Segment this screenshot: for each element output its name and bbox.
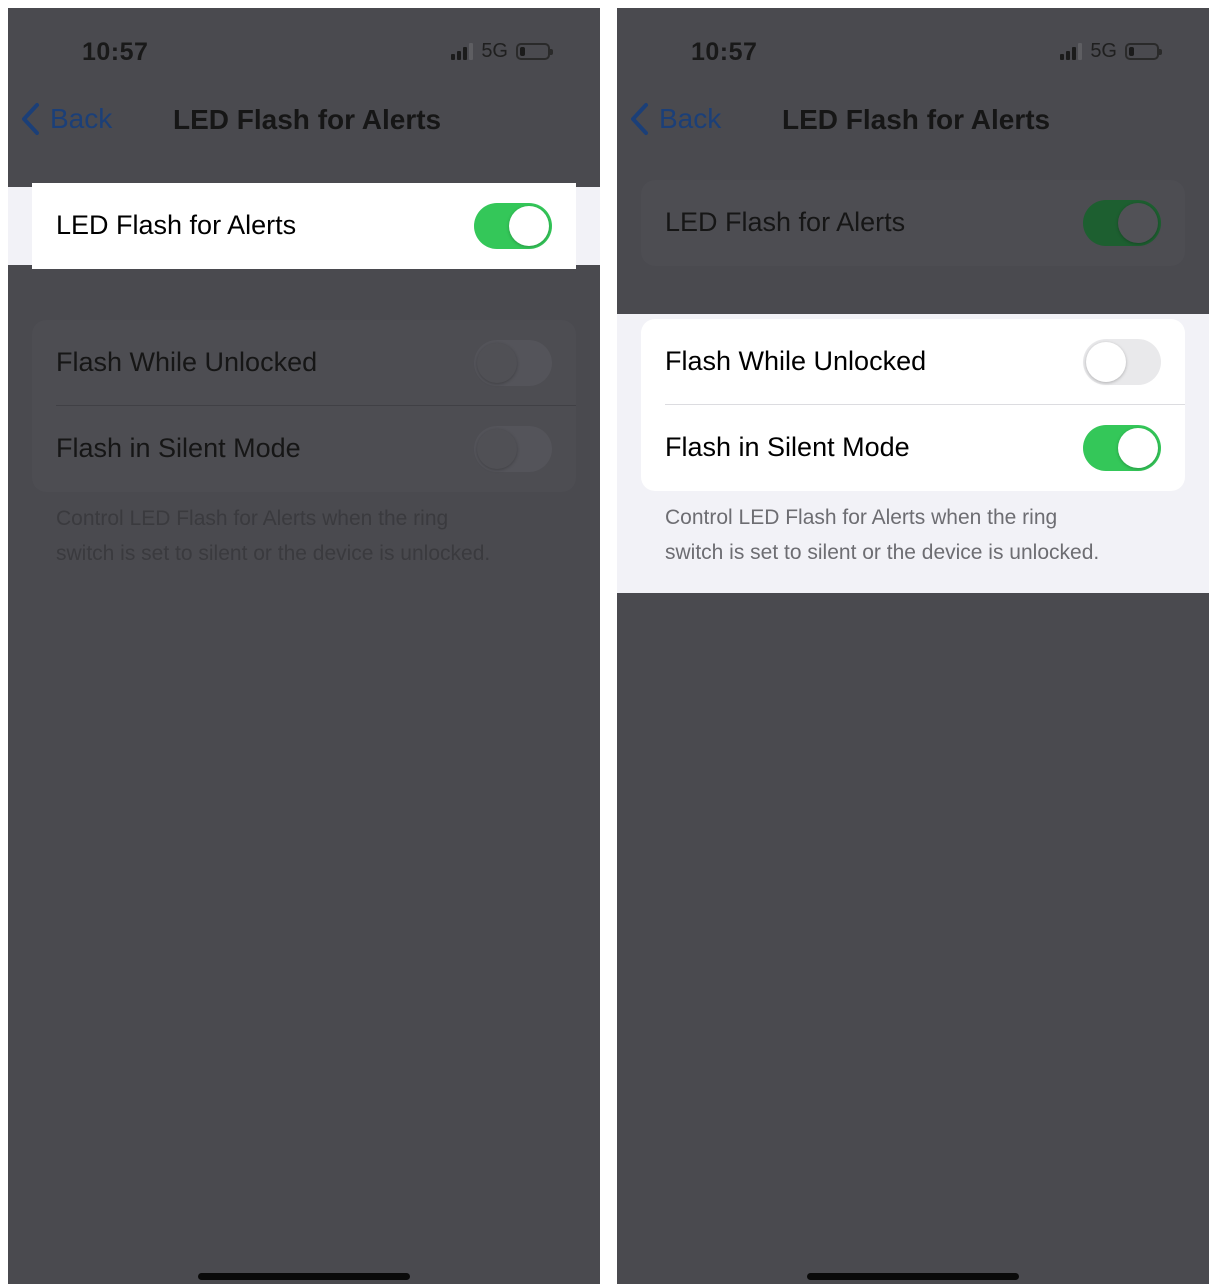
footer-line: switch is set to silent or the device is… — [56, 542, 491, 565]
home-indicator[interactable] — [807, 1273, 1019, 1280]
row-label: LED Flash for Alerts — [665, 207, 906, 237]
led-flash-toggle[interactable] — [474, 203, 552, 249]
signal-icon — [1060, 42, 1083, 60]
toggle-knob — [1118, 203, 1158, 243]
page-title: LED Flash for Alerts — [782, 104, 1051, 135]
main-toggle-row[interactable]: LED Flash for Alerts — [641, 180, 1185, 266]
option-row-flash-while-unlocked[interactable]: Flash While Unlocked — [641, 319, 1185, 405]
footer-line: Control LED Flash for Alerts when the ri… — [56, 507, 449, 530]
flash-while-unlocked-toggle[interactable] — [474, 340, 552, 386]
footer-note: Control LED Flash for Alerts when the ri… — [665, 500, 1099, 570]
chevron-left-icon — [22, 103, 39, 135]
back-button[interactable]: Back — [20, 102, 112, 136]
status-time: 10:57 — [691, 38, 758, 66]
back-label: Back — [50, 103, 113, 134]
signal-icon — [451, 42, 474, 60]
network-label: 5G — [481, 39, 508, 62]
flash-while-unlocked-toggle[interactable] — [1083, 339, 1161, 385]
network-label: 5G — [1090, 39, 1117, 62]
row-label: Flash While Unlocked — [665, 346, 927, 376]
battery-level — [1129, 46, 1135, 56]
row-label: Flash While Unlocked — [56, 347, 318, 377]
chevron-left-icon — [631, 103, 648, 135]
toggle-knob — [1118, 428, 1158, 468]
battery-icon — [516, 42, 553, 60]
toggle-knob — [1086, 342, 1126, 382]
back-label: Back — [659, 103, 722, 134]
row-label: Flash in Silent Mode — [56, 433, 301, 463]
status-bar-icons: 5G — [1060, 39, 1162, 63]
row-label: Flash in Silent Mode — [665, 432, 910, 462]
main-toggle-card: LED Flash for Alerts — [641, 180, 1185, 266]
toggle-knob — [477, 343, 517, 383]
options-card: Flash While Unlocked Flash in Silent Mod… — [641, 319, 1185, 491]
flash-in-silent-mode-toggle[interactable] — [1083, 425, 1161, 471]
option-row-flash-in-silent-mode[interactable]: Flash in Silent Mode — [32, 406, 576, 492]
led-flash-toggle[interactable] — [1083, 200, 1161, 246]
status-bar-icons: 5G — [451, 39, 553, 63]
main-toggle-row[interactable]: LED Flash for Alerts — [32, 183, 576, 269]
flash-in-silent-mode-toggle[interactable] — [474, 426, 552, 472]
toggle-knob — [477, 429, 517, 469]
page-title: LED Flash for Alerts — [173, 104, 442, 135]
battery-level — [520, 46, 526, 56]
back-button[interactable]: Back — [629, 102, 721, 136]
battery-icon — [1125, 42, 1162, 60]
highlight-main-section: LED Flash for Alerts — [8, 183, 600, 269]
status-time: 10:57 — [82, 38, 149, 66]
phone-screen-right: 10:57 5G Back LED Flash for Alerts LED F… — [617, 8, 1209, 1284]
home-indicator[interactable] — [198, 1273, 410, 1280]
options-card: Flash While Unlocked Flash in Silent Mod… — [32, 320, 576, 492]
option-row-flash-in-silent-mode[interactable]: Flash in Silent Mode — [641, 405, 1185, 491]
row-label: LED Flash for Alerts — [56, 210, 297, 240]
footer-line: Control LED Flash for Alerts when the ri… — [665, 506, 1058, 529]
main-toggle-card: LED Flash for Alerts — [32, 183, 576, 269]
footer-note: Control LED Flash for Alerts when the ri… — [56, 501, 490, 571]
option-row-flash-while-unlocked[interactable]: Flash While Unlocked — [32, 320, 576, 406]
highlight-options-section: Flash While Unlocked Flash in Silent Mod… — [617, 314, 1209, 593]
footer-line: switch is set to silent or the device is… — [665, 541, 1100, 564]
toggle-knob — [509, 206, 549, 246]
phone-screen-left: 10:57 5G Back LED Flash for Alerts LED F… — [8, 8, 600, 1284]
